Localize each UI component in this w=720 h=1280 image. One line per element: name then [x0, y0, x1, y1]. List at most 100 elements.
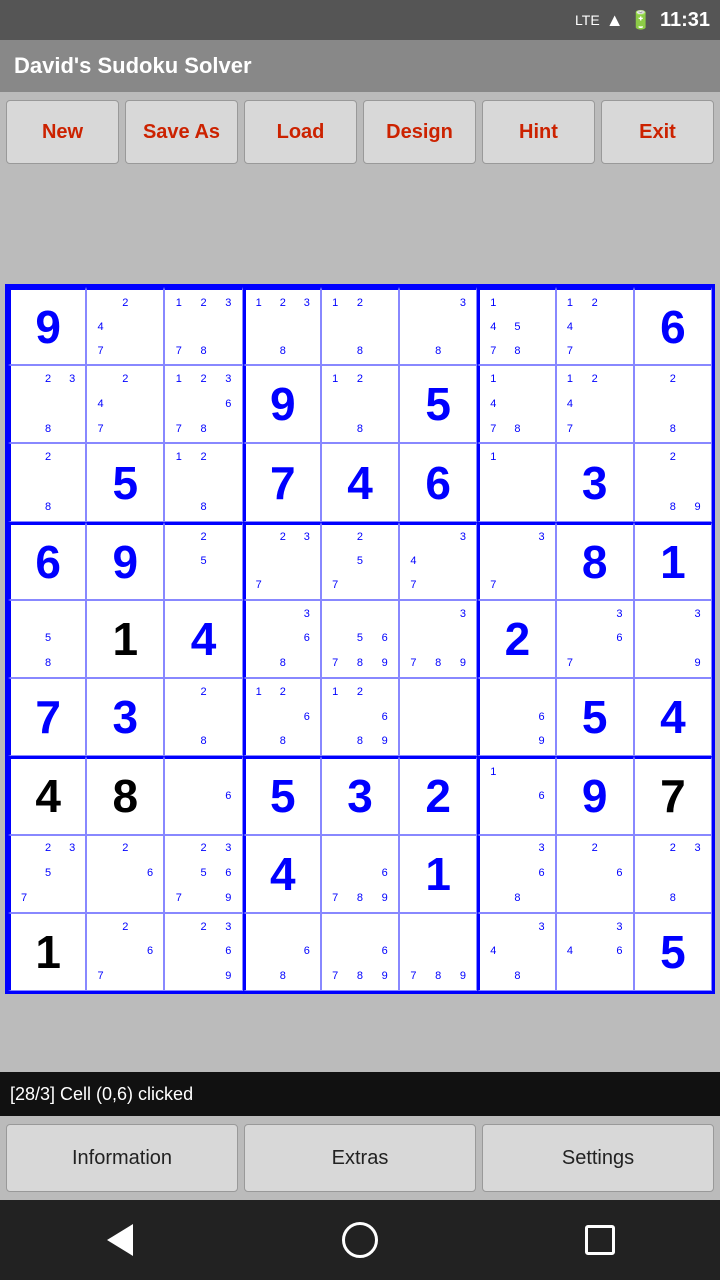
cell-4-4[interactable]: 56789 — [321, 600, 399, 678]
cell-4-5[interactable]: 3789 — [399, 600, 477, 678]
cell-7-5[interactable]: 1 — [399, 835, 477, 913]
cell-0-6[interactable]: 14578 — [477, 287, 555, 365]
cell-1-6[interactable]: 1478 — [477, 365, 555, 443]
hint-button[interactable]: Hint — [482, 100, 595, 164]
cell-1-2[interactable]: 123678 — [164, 365, 242, 443]
cell-3-4[interactable]: 257 — [321, 522, 399, 600]
cell-0-5[interactable]: 38 — [399, 287, 477, 365]
extras-button[interactable]: Extras — [244, 1124, 476, 1192]
cell-2-2[interactable]: 128 — [164, 443, 242, 521]
cell-8-5[interactable]: 789 — [399, 913, 477, 991]
cell-1-7[interactable]: 1247 — [556, 365, 634, 443]
cell-7-7[interactable]: 26 — [556, 835, 634, 913]
cell-7-1[interactable]: 26 — [86, 835, 164, 913]
cell-1-8[interactable]: 28 — [634, 365, 712, 443]
cell-8-1[interactable]: 267 — [86, 913, 164, 991]
cell-3-1[interactable]: 9 — [86, 522, 164, 600]
cell-5-0[interactable]: 7 — [8, 678, 86, 756]
cell-5-2[interactable]: 28 — [164, 678, 242, 756]
cell-4-1[interactable]: 1 — [86, 600, 164, 678]
design-button[interactable]: Design — [363, 100, 476, 164]
back-button[interactable] — [90, 1210, 150, 1270]
cell-3-8[interactable]: 1 — [634, 522, 712, 600]
load-button[interactable]: Load — [244, 100, 357, 164]
cell-2-6[interactable]: 1 — [477, 443, 555, 521]
cell-3-5[interactable]: 347 — [399, 522, 477, 600]
new-button[interactable]: New — [6, 100, 119, 164]
cell-8-2[interactable]: 2369 — [164, 913, 242, 991]
cell-5-5[interactable] — [399, 678, 477, 756]
cell-2-3[interactable]: 7 — [243, 443, 321, 521]
cell-8-3[interactable]: 68 — [243, 913, 321, 991]
cell-0-1[interactable]: 247 — [86, 287, 164, 365]
cell-6-7[interactable]: 9 — [556, 756, 634, 834]
cell-0-0[interactable]: 9 — [8, 287, 86, 365]
cell-7-6[interactable]: 368 — [477, 835, 555, 913]
cell-0-3[interactable]: 1238 — [243, 287, 321, 365]
cell-7-2[interactable]: 235679 — [164, 835, 242, 913]
cell-8-8[interactable]: 5 — [634, 913, 712, 991]
cell-4-7[interactable]: 367 — [556, 600, 634, 678]
cell-6-0[interactable]: 4 — [8, 756, 86, 834]
home-button[interactable] — [330, 1210, 390, 1270]
cell-3-0[interactable]: 6 — [8, 522, 86, 600]
cell-0-4[interactable]: 128 — [321, 287, 399, 365]
cell-0-2[interactable]: 12378 — [164, 287, 242, 365]
exit-button[interactable]: Exit — [601, 100, 714, 164]
cell-6-8[interactable]: 7 — [634, 756, 712, 834]
cell-1-3[interactable]: 9 — [243, 365, 321, 443]
cell-7-4[interactable]: 6789 — [321, 835, 399, 913]
cell-2-5[interactable]: 6 — [399, 443, 477, 521]
cell-value-6-0: 4 — [35, 773, 61, 819]
save-as-button[interactable]: Save As — [125, 100, 238, 164]
information-button[interactable]: Information — [6, 1124, 238, 1192]
cell-6-4[interactable]: 3 — [321, 756, 399, 834]
cell-5-8[interactable]: 4 — [634, 678, 712, 756]
cell-1-5[interactable]: 5 — [399, 365, 477, 443]
settings-button[interactable]: Settings — [482, 1124, 714, 1192]
cell-8-4[interactable]: 6789 — [321, 913, 399, 991]
cell-7-3[interactable]: 4 — [243, 835, 321, 913]
cell-6-1[interactable]: 8 — [86, 756, 164, 834]
cell-4-0[interactable]: 58 — [8, 600, 86, 678]
cell-8-0[interactable]: 1 — [8, 913, 86, 991]
cell-4-8[interactable]: 39 — [634, 600, 712, 678]
cell-8-6[interactable]: 348 — [477, 913, 555, 991]
cell-1-1[interactable]: 247 — [86, 365, 164, 443]
recents-button[interactable] — [570, 1210, 630, 1270]
cell-5-1[interactable]: 3 — [86, 678, 164, 756]
cell-1-0[interactable]: 238 — [8, 365, 86, 443]
cell-0-7[interactable]: 1247 — [556, 287, 634, 365]
cell-5-7[interactable]: 5 — [556, 678, 634, 756]
cell-4-3[interactable]: 368 — [243, 600, 321, 678]
cell-4-2[interactable]: 4 — [164, 600, 242, 678]
cell-8-7[interactable]: 346 — [556, 913, 634, 991]
cell-6-3[interactable]: 5 — [243, 756, 321, 834]
cell-2-7[interactable]: 3 — [556, 443, 634, 521]
cell-7-0[interactable]: 2357 — [8, 835, 86, 913]
cell-6-6[interactable]: 16 — [477, 756, 555, 834]
cell-3-7[interactable]: 8 — [556, 522, 634, 600]
cell-3-2[interactable]: 25 — [164, 522, 242, 600]
cell-4-6[interactable]: 2 — [477, 600, 555, 678]
cell-5-6[interactable]: 69 — [477, 678, 555, 756]
cell-2-8[interactable]: 289 — [634, 443, 712, 521]
cell-6-2[interactable]: 6 — [164, 756, 242, 834]
cell-candidates-4-7: 367 — [558, 602, 632, 676]
status-line: [28/3] Cell (0,6) clicked — [0, 1072, 720, 1116]
cell-3-3[interactable]: 237 — [243, 522, 321, 600]
cell-2-4[interactable]: 4 — [321, 443, 399, 521]
cell-0-8[interactable]: 6 — [634, 287, 712, 365]
cell-5-3[interactable]: 1268 — [243, 678, 321, 756]
sudoku-grid[interactable]: 9247123781238128381457812476238247123678… — [5, 284, 715, 994]
cell-candidates-1-7: 1247 — [558, 367, 632, 441]
cell-2-0[interactable]: 28 — [8, 443, 86, 521]
cell-1-4[interactable]: 128 — [321, 365, 399, 443]
cell-7-8[interactable]: 238 — [634, 835, 712, 913]
battery-icon: 🔋 — [630, 10, 652, 31]
cell-2-1[interactable]: 5 — [86, 443, 164, 521]
cell-5-4[interactable]: 12689 — [321, 678, 399, 756]
cell-3-6[interactable]: 37 — [477, 522, 555, 600]
cell-6-5[interactable]: 2 — [399, 756, 477, 834]
cell-candidates-5-2: 28 — [166, 680, 240, 754]
